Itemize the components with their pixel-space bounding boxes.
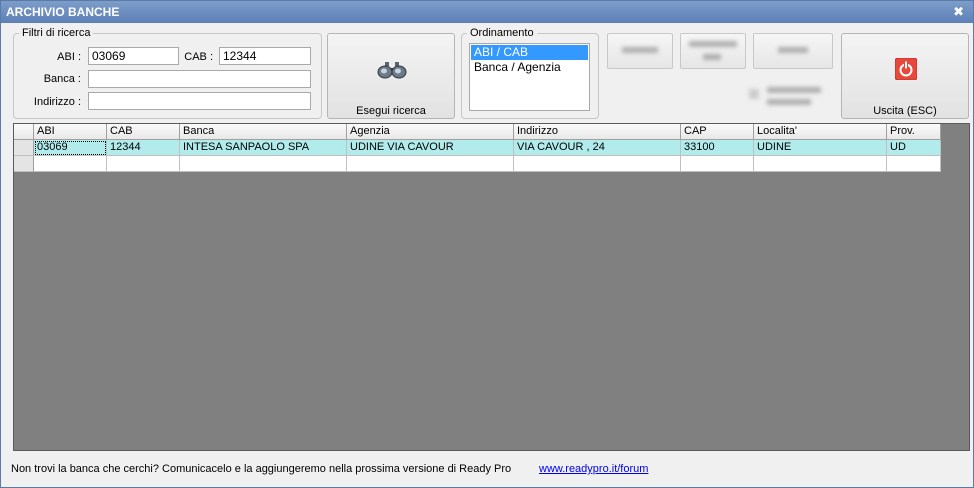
column-header-cab[interactable]: CAB [107,124,180,140]
binoculars-icon [377,62,407,79]
abi-label: ABI : [57,51,81,63]
banca-label: Banca : [43,73,81,85]
cell-abi[interactable] [34,156,107,172]
ordering-option-banca-agenzia[interactable]: Banca / Agenzia [471,60,588,75]
cab-field[interactable] [219,47,311,65]
filters-legend: Filtri di ricerca [22,27,91,39]
column-header-localita[interactable]: Localita' [754,124,887,140]
cell-banca[interactable]: INTESA SANPAOLO SPA [180,140,347,156]
obscured-button-2[interactable] [680,33,746,69]
cell-agenzia[interactable] [347,156,514,172]
power-icon [895,58,917,80]
indirizzo-field[interactable] [88,92,311,110]
column-header-cap[interactable]: CAP [681,124,754,140]
row-selector[interactable] [14,156,34,172]
bank-grid-table: ABI CAB Banca Agenzia Indirizzo CAP Loca… [14,124,941,172]
cell-agenzia[interactable]: UDINE VIA CAVOUR [347,140,514,156]
column-header-prov[interactable]: Prov. [887,124,941,140]
column-header-agenzia[interactable]: Agenzia [347,124,514,140]
obscured-button-1[interactable] [607,33,673,69]
cell-localita[interactable]: UDINE [754,140,887,156]
close-icon[interactable]: ✖ [953,4,964,20]
bank-grid[interactable]: ABI CAB Banca Agenzia Indirizzo CAP Loca… [13,123,970,451]
title-bar: ARCHIVIO BANCHE ✖ [1,1,973,23]
cell-cap[interactable] [681,156,754,172]
search-button[interactable]: Esegui ricerca [327,33,455,119]
row-header-corner [14,124,34,140]
grid-header-row: ABI CAB Banca Agenzia Indirizzo CAP Loca… [14,124,941,140]
column-header-indirizzo[interactable]: Indirizzo [514,124,681,140]
ordering-listbox[interactable]: ABI / CAB Banca / Agenzia [469,43,590,111]
exit-button-label: Uscita (ESC) [873,105,937,117]
column-header-abi[interactable]: ABI [34,124,107,140]
footer-message: Non trovi la banca che cerchi? Comunicac… [11,463,512,475]
abi-field[interactable] [88,47,179,65]
cell-cab[interactable]: 12344 [107,140,180,156]
cell-prov[interactable] [887,156,941,172]
indirizzo-label: Indirizzo : [33,96,81,108]
cab-label: CAB : [184,51,213,63]
archivio-banche-window: ARCHIVIO BANCHE ✖ Filtri di ricerca ABI … [0,0,974,488]
cell-indirizzo[interactable]: VIA CAVOUR , 24 [514,140,681,156]
forum-link[interactable]: www.readypro.it/forum [539,463,648,475]
search-button-label: Esegui ricerca [356,105,426,117]
cell-prov[interactable]: UD [887,140,941,156]
table-row[interactable] [14,156,941,172]
cell-abi[interactable]: 03069 [34,140,107,156]
cell-cap[interactable]: 33100 [681,140,754,156]
column-header-banca[interactable]: Banca [180,124,347,140]
row-selector[interactable] [14,140,34,156]
window-title: ARCHIVIO BANCHE [6,5,120,19]
obscured-button-3[interactable] [753,33,833,69]
cell-localita[interactable] [754,156,887,172]
cell-banca[interactable] [180,156,347,172]
exit-button[interactable]: Uscita (ESC) [841,33,969,119]
banca-field[interactable] [88,70,311,88]
ordering-option-abi-cab[interactable]: ABI / CAB [471,45,588,60]
cell-cab[interactable] [107,156,180,172]
cell-indirizzo[interactable] [514,156,681,172]
obscured-checkbox[interactable] [749,87,829,109]
ordering-legend: Ordinamento [470,27,534,39]
table-row[interactable]: 03069 12344 INTESA SANPAOLO SPA UDINE VI… [14,140,941,156]
